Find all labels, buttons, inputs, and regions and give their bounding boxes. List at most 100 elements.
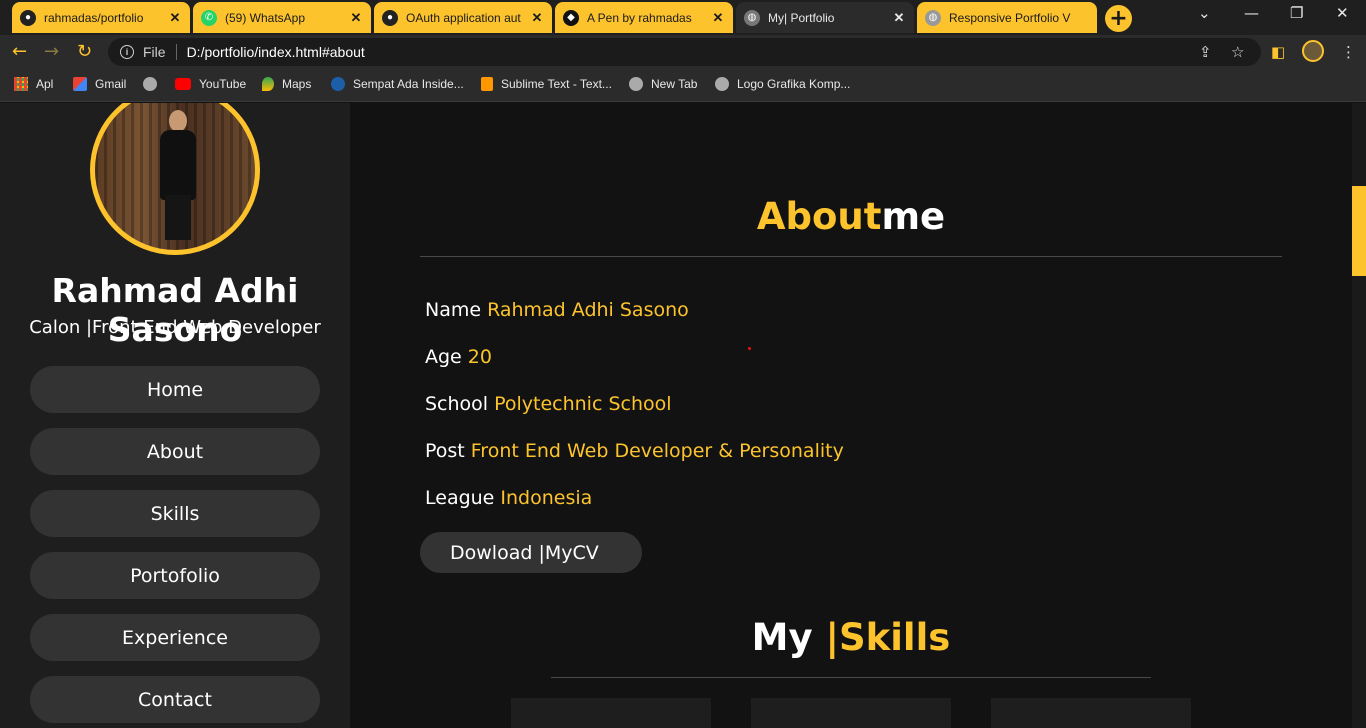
share-icon[interactable]: ⇪ xyxy=(1199,43,1212,61)
info-value: Indonesia xyxy=(500,487,593,509)
bookmark-logo-grafika[interactable]: Logo Grafika Komp... xyxy=(715,77,850,91)
address-url[interactable]: D:/portfolio/index.html#about xyxy=(187,44,365,60)
bookmark-label: YouTube xyxy=(199,77,247,91)
tab-github-portfolio[interactable]: ● rahmadas/portfolio ✕ xyxy=(12,2,190,33)
tab-search-icon[interactable]: ⌄ xyxy=(1198,4,1211,22)
menu-kebab-icon[interactable]: ⋮ xyxy=(1341,43,1356,61)
close-icon[interactable]: ✕ xyxy=(168,10,182,26)
bookmark-youtube[interactable]: YouTube xyxy=(175,77,246,91)
tab-my-portfolio[interactable]: ◍ My| Portfolio ✕ xyxy=(736,2,914,33)
scrollbar-thumb[interactable] xyxy=(1352,186,1366,276)
close-icon[interactable]: ✕ xyxy=(711,10,725,26)
bookmark-sempat-ada[interactable]: Sempat Ada Inside... xyxy=(331,77,464,91)
address-divider xyxy=(175,44,177,60)
info-label: Post xyxy=(425,440,465,462)
globe-icon xyxy=(715,77,729,91)
address-bar[interactable]: i File D:/portfolio/index.html#about xyxy=(108,38,1261,66)
apps-grid-icon xyxy=(14,77,28,91)
nav-skills[interactable]: Skills xyxy=(30,490,320,537)
bookmark-new-tab[interactable]: New Tab xyxy=(629,77,697,91)
tab-oauth[interactable]: ● OAuth application aut ✕ xyxy=(374,2,552,33)
bookmark-apps[interactable]: Apl xyxy=(14,77,53,91)
info-value: Rahmad Adhi Sasono xyxy=(487,299,689,321)
github-icon: ● xyxy=(382,9,398,26)
close-icon[interactable]: ✕ xyxy=(892,10,906,26)
about-title: Aboutme xyxy=(420,195,1282,238)
profile-avatar-icon[interactable] xyxy=(1302,40,1324,62)
tab-responsive-portfolio[interactable]: ◍ Responsive Portfolio V xyxy=(917,2,1097,33)
forward-arrow-icon[interactable]: → xyxy=(44,41,59,62)
bookmark-gmail[interactable]: Gmail xyxy=(73,77,126,91)
globe-icon: ◍ xyxy=(744,9,760,26)
globe-icon: ◍ xyxy=(925,9,941,26)
tab-title: My| Portfolio xyxy=(768,10,835,25)
bookmark-label: Sempat Ada Inside... xyxy=(353,77,464,91)
about-title-accent: About xyxy=(756,195,882,238)
bookmark-label: Apl xyxy=(36,77,54,91)
whatsapp-icon: ✆ xyxy=(201,9,217,26)
nav-contact[interactable]: Contact xyxy=(30,676,320,723)
bookmark-label: Sublime Text - Text... xyxy=(501,77,612,91)
info-row-school: School Polytechnic School xyxy=(425,393,672,415)
skills-divider xyxy=(551,677,1151,678)
star-icon[interactable]: ☆ xyxy=(1231,43,1244,61)
side-panel-icon[interactable]: ◧ xyxy=(1271,43,1285,61)
sidebar: Rahmad Adhi Sasono Calon |Front End Web … xyxy=(0,103,350,728)
new-tab-button[interactable]: + xyxy=(1105,5,1132,32)
nav-experience[interactable]: Experience xyxy=(30,614,320,661)
page-viewport: Rahmad Adhi Sasono Calon |Front End Web … xyxy=(0,103,1366,728)
tab-title: OAuth application aut xyxy=(406,10,521,25)
tab-title: rahmadas/portfolio xyxy=(44,10,144,25)
info-value: 20 xyxy=(467,346,492,368)
gmail-icon xyxy=(73,77,87,91)
skills-title-plain: My xyxy=(751,616,826,659)
nav-about[interactable]: About xyxy=(30,428,320,475)
bookmark-label: New Tab xyxy=(651,77,698,91)
about-divider xyxy=(420,256,1282,257)
sublime-icon xyxy=(481,77,493,91)
info-label: Name xyxy=(425,299,482,321)
codepen-icon: ◆ xyxy=(563,9,579,26)
globe-icon xyxy=(143,77,157,91)
info-label: League xyxy=(425,487,495,509)
profile-photo xyxy=(90,103,260,255)
close-icon[interactable]: ✕ xyxy=(530,10,544,26)
info-icon[interactable]: i xyxy=(120,45,134,59)
info-row-league: League Indonesia xyxy=(425,487,592,509)
close-window-icon[interactable]: ✕ xyxy=(1336,4,1349,22)
info-label: Age xyxy=(425,346,462,368)
tab-title: Responsive Portfolio V xyxy=(949,10,1071,25)
back-arrow-icon[interactable]: ← xyxy=(12,41,27,62)
bookmark-label: Maps xyxy=(282,77,312,91)
nav-home[interactable]: Home xyxy=(30,366,320,413)
address-scheme: File xyxy=(143,44,166,60)
reload-icon[interactable]: ↻ xyxy=(77,41,92,62)
info-value: Polytechnic School xyxy=(494,393,672,415)
tab-title: (59) WhatsApp xyxy=(225,10,306,25)
tab-title: A Pen by rahmadas xyxy=(587,10,692,25)
browser-toolbar: ← → ↻ i File D:/portfolio/index.html#abo… xyxy=(0,35,1366,69)
info-row-name: Name Rahmad Adhi Sasono xyxy=(425,299,689,321)
bookmark-sublime[interactable]: Sublime Text - Text... xyxy=(481,77,612,91)
github-icon: ● xyxy=(20,9,36,26)
skills-title: My |Skills xyxy=(551,616,1151,659)
skill-card xyxy=(511,698,711,728)
maps-pin-icon xyxy=(262,77,274,91)
info-value: Front End Web Developer & Personality xyxy=(470,440,844,462)
bookmark-maps[interactable]: Maps xyxy=(262,77,311,91)
close-icon[interactable]: ✕ xyxy=(349,10,363,26)
tab-codepen[interactable]: ◆ A Pen by rahmadas ✕ xyxy=(555,2,733,33)
photo-person-body xyxy=(160,130,196,200)
nav-portofolio[interactable]: Portofolio xyxy=(30,552,320,599)
bookmark-globe[interactable] xyxy=(143,77,165,91)
tab-strip: ● rahmadas/portfolio ✕ ✆ (59) WhatsApp ✕… xyxy=(0,0,1366,35)
minimize-icon[interactable]: — xyxy=(1244,4,1259,22)
bookmark-label: Gmail xyxy=(95,77,127,91)
tab-whatsapp[interactable]: ✆ (59) WhatsApp ✕ xyxy=(193,2,371,33)
info-row-age: Age 20 xyxy=(425,346,492,368)
restore-icon[interactable]: ❐ xyxy=(1290,4,1303,22)
globe-icon xyxy=(629,77,643,91)
download-cv-button[interactable]: Dowload |MyCV xyxy=(420,532,642,573)
skills-title-accent: |Skills xyxy=(825,616,951,659)
photo-person-legs xyxy=(165,195,191,240)
